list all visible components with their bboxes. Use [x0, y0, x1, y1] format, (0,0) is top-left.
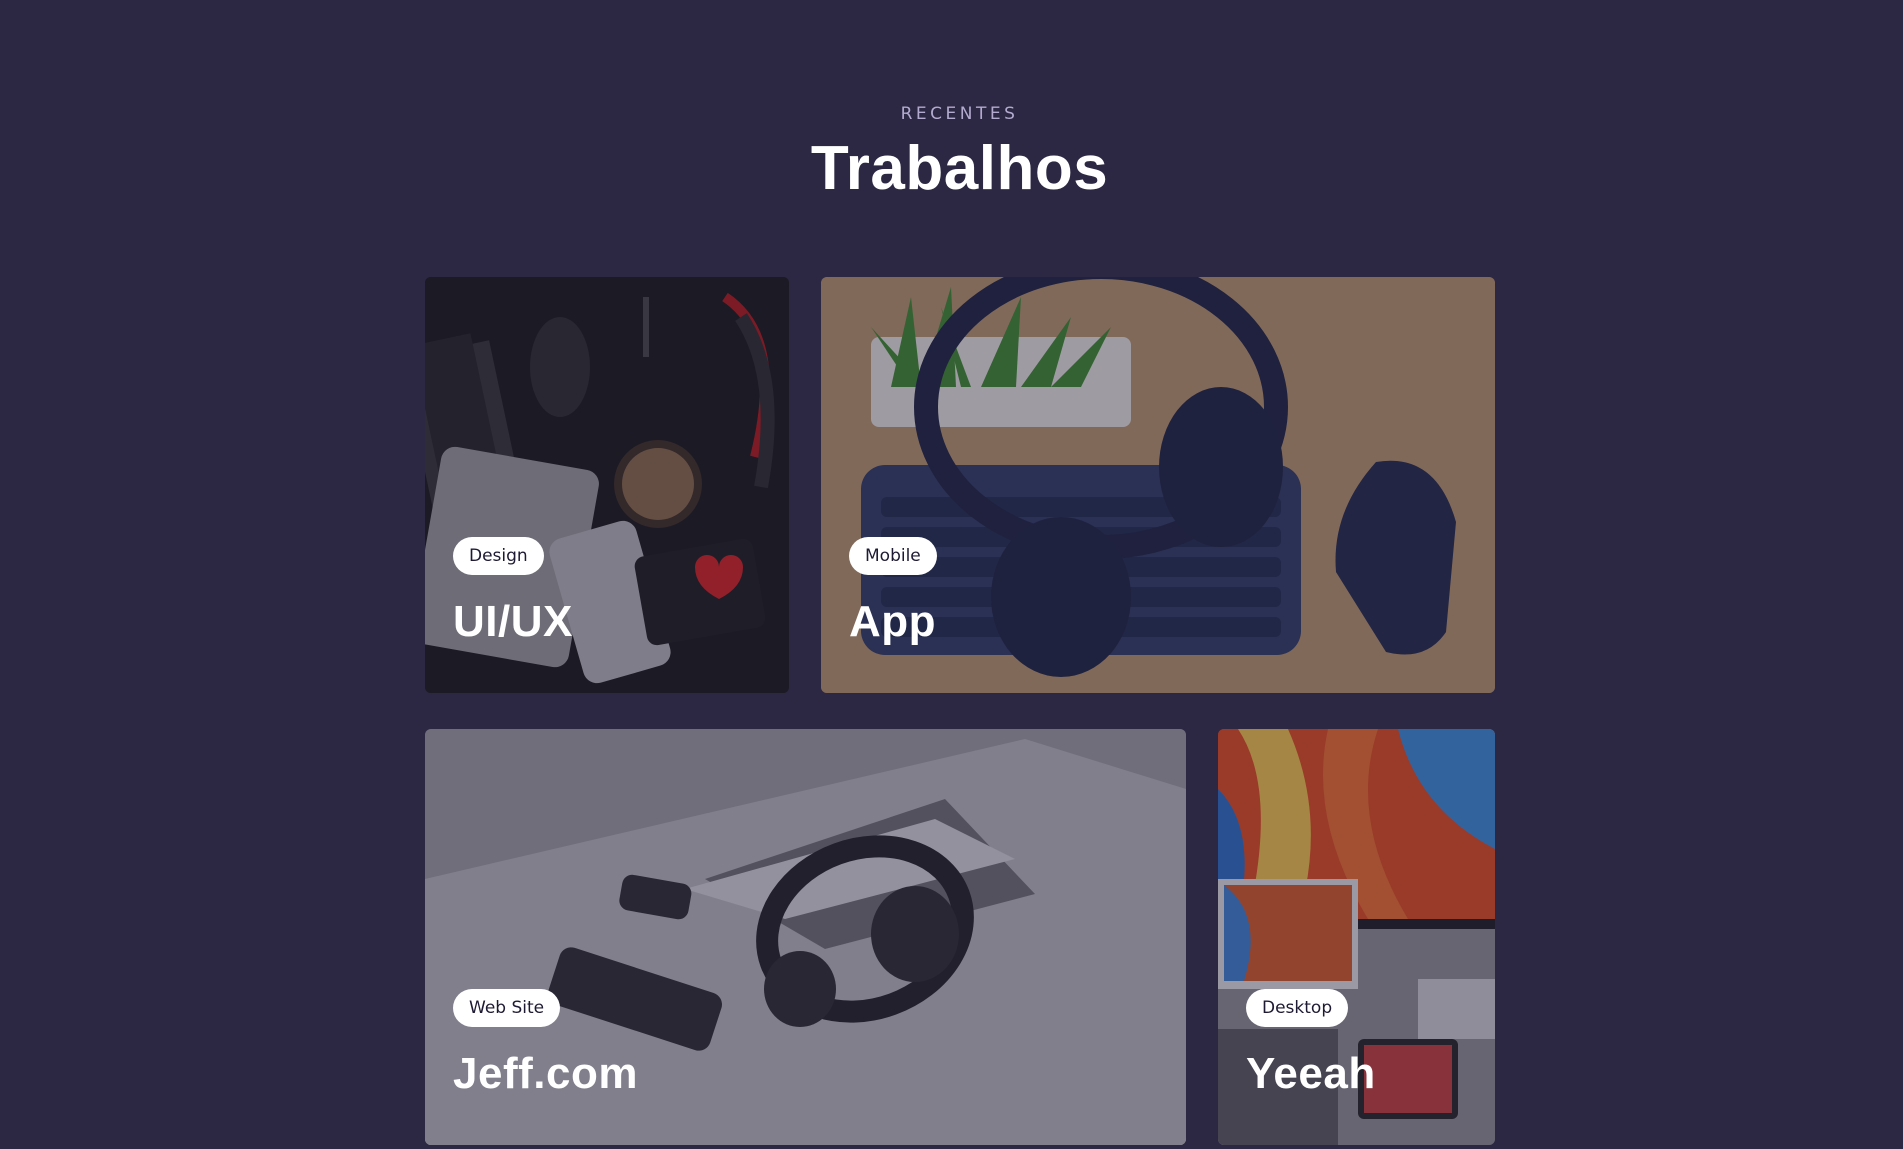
work-card-yeeah[interactable]: Desktop Yeeah	[1218, 729, 1495, 1145]
card-tag-badge: Design	[453, 537, 544, 575]
card-tag-badge: Desktop	[1246, 989, 1349, 1027]
work-card-app[interactable]: Mobile App	[821, 277, 1495, 693]
portfolio-section: RECENTES Trabalhos Design UI/UX Mobile A…	[0, 0, 1903, 1149]
section-title: Trabalhos	[810, 134, 1109, 203]
section-eyebrow: RECENTES	[900, 104, 1019, 124]
card-title: UI/UX	[453, 597, 573, 646]
work-card-uiux[interactable]: Design UI/UX	[425, 277, 789, 693]
card-title: App	[849, 597, 937, 646]
card-tag-badge: Web Site	[453, 989, 561, 1027]
card-tag-badge: Mobile	[849, 537, 937, 575]
work-card-jeffcom[interactable]: Web Site Jeff.com	[425, 729, 1186, 1145]
card-title: Jeff.com	[453, 1049, 638, 1098]
card-title: Yeeah	[1246, 1049, 1376, 1098]
